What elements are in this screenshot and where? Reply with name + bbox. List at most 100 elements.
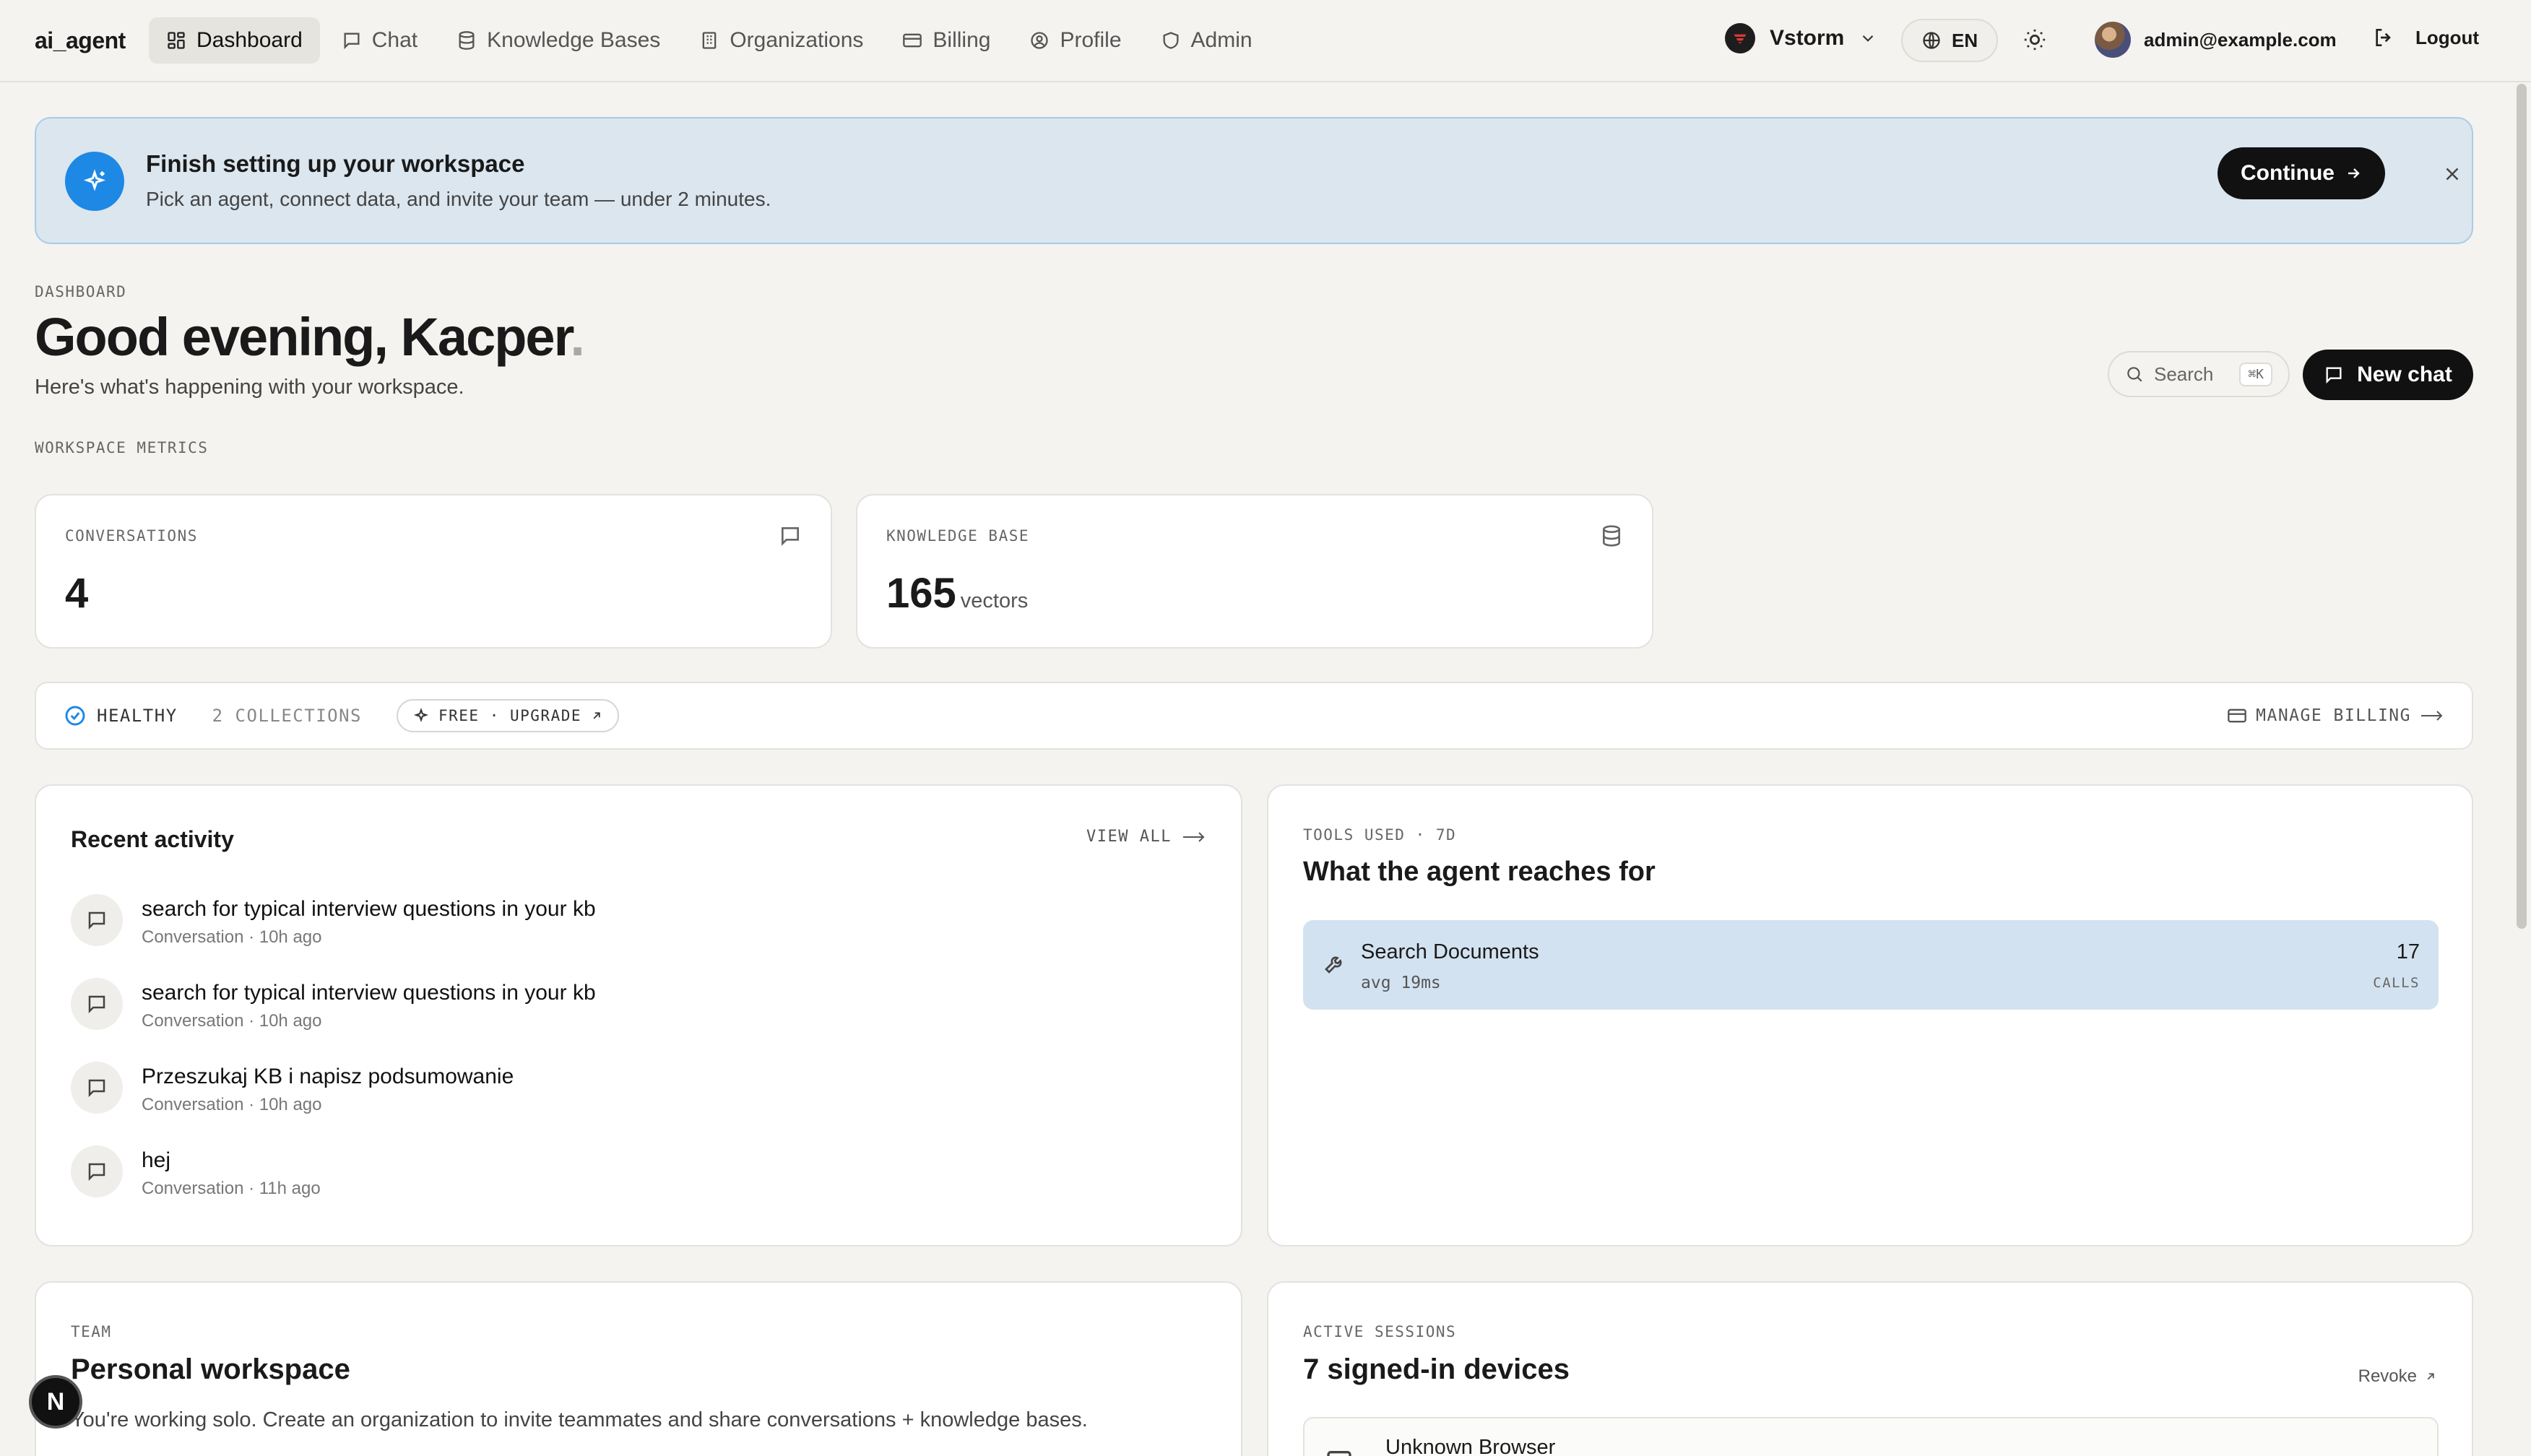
team-card: TEAM Personal workspace You're working s… (35, 1281, 1242, 1456)
card-eyebrow: ACTIVE SESSIONS (1303, 1323, 1457, 1340)
chat-bubble-icon (342, 30, 362, 51)
revoke-label: Revoke (2358, 1366, 2417, 1386)
nav-item-label: Admin (1190, 28, 1252, 52)
greeting-dot: . (570, 307, 585, 367)
nav-item-label: Organizations (730, 28, 864, 52)
workspace-status-bar: HEALTHY 2 COLLECTIONS FREE · UPGRADE MAN… (35, 682, 2473, 750)
search-input[interactable]: Search ⌘K (2108, 351, 2290, 397)
activity-title: search for typical interview questions i… (142, 981, 596, 1005)
nav-item-profile[interactable]: Profile (1012, 17, 1138, 64)
org-name: Vstorm (1770, 26, 1845, 50)
sparkle-icon (65, 152, 124, 211)
search-icon (2125, 365, 2144, 384)
active-sessions-card: ACTIVE SESSIONS 7 signed-in devices Revo… (1267, 1281, 2473, 1456)
team-description: You're working solo. Create an organizat… (71, 1408, 1088, 1431)
banner-subtitle: Pick an agent, connect data, and invite … (146, 188, 771, 210)
view-all-label: VIEW ALL (1086, 828, 1172, 846)
database-icon (457, 30, 477, 51)
list-item[interactable]: hej Conversation · 11h ago (71, 1145, 1205, 1229)
page-title: Good evening, Kacper. (35, 306, 585, 368)
nav-item-label: Dashboard (196, 28, 303, 52)
nav-item-knowledge-bases[interactable]: Knowledge Bases (439, 17, 678, 64)
tools-used-card: TOOLS USED · 7D What the agent reaches f… (1267, 784, 2473, 1247)
arrow-right-icon (1182, 828, 1206, 846)
session-device-name: Unknown Browser (1385, 1436, 1556, 1456)
tool-latency: avg 19ms (1361, 974, 1441, 992)
activity-meta: Conversation · 10h ago (142, 1011, 322, 1031)
collections-count: 2 COLLECTIONS (212, 706, 362, 726)
close-icon (2441, 163, 2463, 185)
tool-call-label: CALLS (2373, 975, 2420, 991)
card-eyebrow: TEAM (71, 1323, 112, 1340)
chat-bubble-icon (71, 1062, 123, 1114)
arrow-up-right-icon (2424, 1370, 2437, 1383)
card-title: 7 signed-in devices (1303, 1353, 1570, 1385)
scrollbar-thumb[interactable] (2517, 84, 2527, 929)
arrow-right-icon (2420, 707, 2444, 724)
arrow-up-right-icon (590, 709, 603, 722)
continue-button[interactable]: Continue (2218, 147, 2385, 199)
metric-label: KNOWLEDGE BASE (886, 527, 1030, 545)
breadcrumb: DASHBOARD (35, 283, 127, 300)
org-logo-icon (1725, 23, 1755, 53)
org-switcher[interactable]: Vstorm (1725, 23, 1877, 53)
brand-logo[interactable]: ai_agent (35, 27, 126, 54)
check-circle-icon (64, 704, 87, 727)
close-banner-button[interactable] (2441, 163, 2463, 185)
nav-item-label: Knowledge Bases (487, 28, 661, 52)
conversations-metric-card[interactable]: CONVERSATIONS 4 (35, 494, 832, 649)
sun-icon (2022, 27, 2047, 52)
activity-title: search for typical interview questions i… (142, 897, 596, 921)
credit-card-icon (2227, 706, 2247, 726)
nav-item-organizations[interactable]: Organizations (682, 17, 881, 64)
chevron-down-icon (1859, 29, 1877, 48)
manage-billing-label: MANAGE BILLING (2256, 706, 2411, 725)
theme-toggle-button[interactable] (2022, 27, 2047, 52)
card-title: Personal workspace (71, 1353, 350, 1385)
tool-call-count: 17 (2396, 940, 2420, 963)
logout-button[interactable]: Logout (2372, 26, 2479, 49)
nav-item-chat[interactable]: Chat (324, 17, 435, 64)
tool-row[interactable]: Search Documents avg 19ms 17 CALLS (1303, 920, 2439, 1010)
session-row[interactable]: Unknown Browser (1303, 1417, 2439, 1456)
activity-title: hej (142, 1148, 171, 1172)
nav-item-admin[interactable]: Admin (1143, 17, 1270, 64)
activity-meta: Conversation · 11h ago (142, 1179, 321, 1198)
building-icon (699, 30, 719, 51)
globe-icon (1921, 30, 1942, 51)
page-scrollbar[interactable] (2511, 82, 2531, 1456)
logout-label: Logout (2415, 26, 2480, 48)
metric-value: 4 (65, 569, 88, 618)
health-status: HEALTHY (64, 704, 178, 727)
list-item[interactable]: Przeszukaj KB i napisz podsumowanie Conv… (71, 1062, 1205, 1145)
vector-count: 165 (886, 570, 956, 617)
greeting-text: Good evening, Kacper (35, 307, 571, 367)
revoke-link[interactable]: Revoke (2358, 1366, 2437, 1387)
plan-label: FREE · UPGRADE (438, 707, 582, 724)
chat-bubble-icon (2324, 365, 2344, 385)
nav-item-label: Chat (371, 28, 418, 52)
knowledge-base-metric-card[interactable]: KNOWLEDGE BASE 165 vectors (856, 494, 1653, 649)
logout-icon (2372, 26, 2395, 49)
dev-tools-badge[interactable]: N (29, 1375, 82, 1429)
main-nav: Dashboard Chat Knowledge Bases Organizat… (149, 17, 1270, 64)
upgrade-plan-button[interactable]: FREE · UPGRADE (397, 699, 620, 732)
list-item[interactable]: search for typical interview questions i… (71, 978, 1205, 1062)
language-switcher[interactable]: EN (1901, 19, 1999, 62)
nav-item-dashboard[interactable]: Dashboard (149, 17, 320, 64)
page-subtitle: Here's what's happening with your worksp… (35, 376, 464, 399)
user-menu[interactable]: admin@example.com (2095, 22, 2337, 58)
credit-card-icon (902, 30, 922, 51)
continue-label: Continue (2241, 161, 2335, 185)
metric-label: CONVERSATIONS (65, 527, 198, 545)
new-chat-button[interactable]: New chat (2303, 350, 2473, 400)
manage-billing-link[interactable]: MANAGE BILLING (2227, 706, 2444, 726)
nav-item-billing[interactable]: Billing (885, 17, 1008, 64)
activity-list: search for typical interview questions i… (71, 894, 1205, 1229)
list-item[interactable]: search for typical interview questions i… (71, 894, 1205, 978)
top-navigation-bar: ai_agent Dashboard Chat Knowledge Bases … (0, 0, 2531, 82)
wrench-icon (1323, 952, 1346, 975)
chat-bubble-icon (71, 894, 123, 946)
view-all-link[interactable]: VIEW ALL (1086, 828, 1206, 846)
banner-title: Finish setting up your workspace (146, 150, 525, 177)
